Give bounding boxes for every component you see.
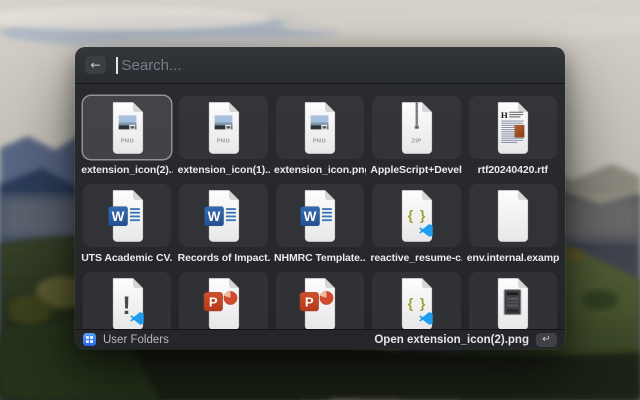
file-tile: ZIP xyxy=(372,96,460,159)
file-tile: PNG xyxy=(83,96,171,159)
code-file-vscode-icon xyxy=(394,189,439,243)
png-file-icon: PNG xyxy=(201,101,246,155)
file-label: extension_icon(1).... xyxy=(178,163,270,178)
file-cell-powerpoint[interactable] xyxy=(276,272,364,329)
file-cell-png[interactable]: PNG extension_icon(1).... xyxy=(179,96,267,178)
file-cell-code[interactable]: reactive_resume-c... xyxy=(372,184,460,266)
file-label: AppleScript+Devel... xyxy=(370,163,462,178)
file-label: reactive_resume-c... xyxy=(370,251,462,266)
word-file-icon xyxy=(105,189,150,243)
rtf-file-icon xyxy=(490,101,535,155)
file-tile xyxy=(372,184,460,247)
file-cell-png[interactable]: PNG extension_icon.png xyxy=(276,96,364,178)
file-cell-code[interactable] xyxy=(372,272,460,329)
search-bar: ← xyxy=(75,47,565,84)
file-cell-disk-image[interactable] xyxy=(469,272,557,329)
action-label: Open extension_icon(2).png xyxy=(374,334,529,346)
disk-image-file-icon xyxy=(490,277,535,330)
file-cell-zip[interactable]: ZIP AppleScript+Devel... xyxy=(372,96,460,178)
word-file-icon xyxy=(201,189,246,243)
file-tile xyxy=(83,184,171,247)
source-label: User Folders xyxy=(103,334,169,346)
zip-file-icon: ZIP xyxy=(394,101,439,155)
file-tile xyxy=(179,272,267,329)
file-cell-powerpoint[interactable] xyxy=(179,272,267,329)
enter-key-icon: ↵ xyxy=(536,333,557,347)
code-file-vscode-icon xyxy=(394,277,439,330)
word-file-icon xyxy=(297,189,342,243)
file-label: rtf20240420.rtf xyxy=(478,163,548,178)
file-cell-word[interactable]: UTS Academic CV... xyxy=(83,184,171,266)
file-tile xyxy=(469,96,557,159)
file-label: UTS Academic CV... xyxy=(81,251,173,266)
file-label: NHMRC Template... xyxy=(274,251,366,266)
primary-action[interactable]: Open extension_icon(2).png ↵ xyxy=(374,333,557,347)
file-cell-blank[interactable]: env.internal.example xyxy=(469,184,557,266)
file-label: extension_icon.png xyxy=(274,163,366,178)
file-search-window: ← PNG extension_icon(2).... PNG extensio… xyxy=(75,47,565,349)
alert-file-vscode-icon xyxy=(105,277,150,330)
file-tile xyxy=(83,272,171,329)
footer-bar: User Folders Open extension_icon(2).png … xyxy=(75,329,565,349)
file-cell-alert[interactable] xyxy=(83,272,171,329)
powerpoint-file-icon xyxy=(297,277,342,330)
file-tile xyxy=(276,184,364,247)
file-cell-png-selected[interactable]: PNG extension_icon(2).... xyxy=(83,96,171,178)
powerpoint-file-icon xyxy=(201,277,246,330)
file-tile xyxy=(469,272,557,329)
file-grid: PNG extension_icon(2).... PNG extension_… xyxy=(75,84,565,329)
file-tile xyxy=(276,272,364,329)
file-tile xyxy=(179,184,267,247)
file-label: extension_icon(2).... xyxy=(81,163,173,178)
return-glyph: ↵ xyxy=(542,335,550,345)
file-tile: PNG xyxy=(276,96,364,159)
png-file-icon: PNG xyxy=(105,101,150,155)
file-cell-word[interactable]: NHMRC Template... xyxy=(276,184,364,266)
png-file-icon: PNG xyxy=(297,101,342,155)
file-cell-rtf[interactable]: rtf20240420.rtf xyxy=(469,96,557,178)
file-label: env.internal.example xyxy=(467,251,559,266)
file-tile xyxy=(372,272,460,329)
blank-file-icon xyxy=(490,189,535,243)
user-folders-icon xyxy=(83,333,96,346)
file-tile: PNG xyxy=(179,96,267,159)
back-arrow-icon: ← xyxy=(90,59,100,71)
file-tile xyxy=(469,184,557,247)
search-input[interactable] xyxy=(120,56,556,75)
back-button[interactable]: ← xyxy=(85,56,106,74)
file-label: Records of Impact... xyxy=(178,251,270,266)
file-cell-word[interactable]: Records of Impact... xyxy=(179,184,267,266)
text-cursor xyxy=(116,57,118,74)
